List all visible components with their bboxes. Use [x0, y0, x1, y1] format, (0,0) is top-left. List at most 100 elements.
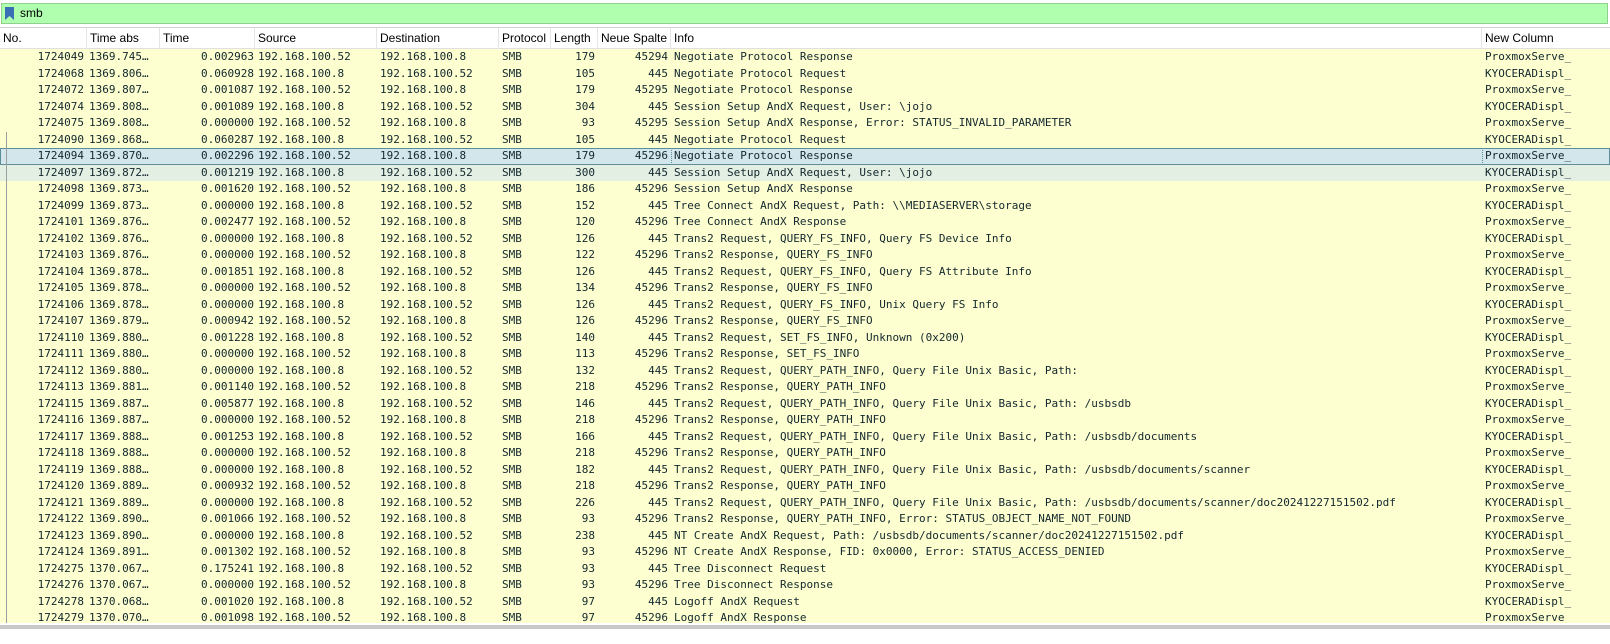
packet-list: 1724049 1369.745… 0.002963 192.168.100.52 19…	[0, 49, 1610, 623]
packet-row[interactable]: 1724275 1370.067… 0.175241 192.168.100.8 192…	[0, 560, 1610, 577]
packet-row[interactable]: 1724112 1369.880… 0.000000 192.168.100.8 192…	[0, 362, 1610, 379]
cell-length: 105	[575, 132, 595, 146]
horizontal-scrollbar[interactable]	[0, 625, 1610, 629]
cell-new-column: ProxmoxServe_	[1485, 182, 1572, 195]
cell-destination: 192.168.100.8	[380, 446, 467, 459]
cell-protocol: SMB	[502, 281, 522, 294]
cell-info: Negotiate Protocol Request	[674, 132, 847, 146]
packet-row[interactable]: 1724116 1369.887… 0.000000 192.168.100.52 19…	[0, 412, 1610, 429]
cell-time: 0.000000	[201, 446, 254, 459]
cell-time-abs: 1369.881…	[89, 380, 149, 393]
packet-row[interactable]: 1724068 1369.806… 0.060928 192.168.100.8 192…	[0, 65, 1610, 82]
packet-row[interactable]: 1724111 1369.880… 0.000000 192.168.100.52 19…	[0, 346, 1610, 363]
cell-new-column: ProxmoxServe_	[1485, 446, 1572, 459]
packet-row[interactable]: 1724124 1369.891… 0.001302 192.168.100.52 19…	[0, 544, 1610, 561]
cell-neue-spalte: 45296	[634, 512, 668, 525]
conversation-line	[6, 132, 7, 624]
cell-neue-spalte: 45296	[634, 149, 668, 162]
cell-time-abs: 1369.887…	[89, 396, 149, 410]
display-filter-input[interactable]	[20, 4, 1520, 23]
packet-row[interactable]: 1724110 1369.880… 0.001228 192.168.100.8 192…	[0, 329, 1610, 346]
column-header-length[interactable]: Length	[551, 28, 598, 48]
cell-destination: 192.168.100.52	[380, 561, 473, 575]
cell-neue-spalte: 445	[648, 330, 668, 344]
cell-length: 179	[575, 50, 595, 63]
cell-source: 192.168.100.8	[258, 66, 345, 80]
packet-row[interactable]: 1724117 1369.888… 0.001253 192.168.100.8 192…	[0, 428, 1610, 445]
packet-row[interactable]: 1724097 1369.872… 0.001219 192.168.100.8 192…	[0, 164, 1610, 181]
cell-time: 0.001851	[201, 264, 254, 278]
packet-row[interactable]: 1724106 1369.878… 0.000000 192.168.100.8 192…	[0, 296, 1610, 313]
cell-info: Trans2 Response, QUERY_PATH_INFO, Error:…	[674, 512, 1131, 525]
cell-length: 93	[581, 545, 595, 558]
column-header-no[interactable]: No.	[0, 28, 87, 48]
cell-time-abs: 1369.888…	[89, 446, 149, 459]
cell-destination: 192.168.100.52	[380, 363, 473, 377]
cell-info: Trans2 Response, QUERY_PATH_INFO	[674, 446, 886, 459]
cell-source: 192.168.100.8	[258, 561, 345, 575]
packet-row[interactable]: 1724103 1369.876… 0.000000 192.168.100.52 19…	[0, 247, 1610, 264]
packet-row[interactable]: 1724121 1369.889… 0.000000 192.168.100.8 192…	[0, 494, 1610, 511]
cell-length: 238	[575, 528, 595, 542]
cell-info: Trans2 Response, QUERY_FS_INFO	[674, 248, 873, 261]
bookmark-icon[interactable]	[4, 6, 16, 21]
packet-row[interactable]: 1724107 1369.879… 0.000942 192.168.100.52 19…	[0, 313, 1610, 330]
cell-protocol: SMB	[502, 578, 522, 591]
cell-new-column: ProxmoxServe_	[1485, 413, 1572, 426]
packet-row[interactable]: 1724113 1369.881… 0.001140 192.168.100.52 19…	[0, 379, 1610, 396]
cell-time: 0.000000	[201, 495, 254, 509]
cell-new-column: KYOCERADispl_	[1485, 231, 1572, 245]
cell-neue-spalte: 445	[648, 396, 668, 410]
cell-new-column: ProxmoxServe_	[1485, 314, 1572, 327]
column-header-source[interactable]: Source	[255, 28, 377, 48]
packet-row[interactable]: 1724278 1370.068… 0.001020 192.168.100.8 192…	[0, 593, 1610, 610]
cell-new-column: ProxmoxServe_	[1485, 215, 1572, 228]
cell-time-abs: 1369.876…	[89, 215, 149, 228]
packet-row[interactable]: 1724099 1369.873… 0.000000 192.168.100.8 192…	[0, 197, 1610, 214]
cell-protocol: SMB	[502, 248, 522, 261]
column-header-neue-spalte[interactable]: Neue Spalte	[598, 28, 671, 48]
cell-time: 0.000000	[201, 462, 254, 476]
packet-row[interactable]: 1724101 1369.876… 0.002477 192.168.100.52 19…	[0, 214, 1610, 231]
display-filter-field[interactable]	[1, 3, 1608, 24]
cell-time-abs: 1369.876…	[89, 248, 149, 261]
cell-neue-spalte: 445	[648, 594, 668, 608]
cell-length: 120	[575, 215, 595, 228]
packet-row[interactable]: 1724049 1369.745… 0.002963 192.168.100.52 19…	[0, 49, 1610, 66]
packet-row[interactable]: 1724123 1369.890… 0.000000 192.168.100.8 192…	[0, 527, 1610, 544]
cell-info: Negotiate Protocol Response	[674, 50, 853, 63]
column-header-destination[interactable]: Destination	[377, 28, 499, 48]
packet-row[interactable]: 1724120 1369.889… 0.000932 192.168.100.52 19…	[0, 478, 1610, 495]
packet-row[interactable]: 1724075 1369.808… 0.000000 192.168.100.52 19…	[0, 115, 1610, 132]
cell-time: 0.002963	[201, 50, 254, 63]
packet-row[interactable]: 1724102 1369.876… 0.000000 192.168.100.8 192…	[0, 230, 1610, 247]
packet-row[interactable]: 1724074 1369.808… 0.001089 192.168.100.8 192…	[0, 98, 1610, 115]
packet-row[interactable]: 1724279 1370.070… 0.001098 192.168.100.52 19…	[0, 610, 1610, 623]
cell-new-column: ProxmoxServe_	[1485, 50, 1572, 63]
cell-new-column: KYOCERADispl_	[1485, 66, 1572, 80]
packet-row[interactable]: 1724098 1369.873… 0.001620 192.168.100.52 19…	[0, 181, 1610, 198]
column-header-info[interactable]: Info	[671, 28, 1482, 48]
packet-row[interactable]: 1724118 1369.888… 0.000000 192.168.100.52 19…	[0, 445, 1610, 462]
column-header-time-abs[interactable]: Time abs	[87, 28, 160, 48]
packet-row[interactable]: 1724276 1370.067… 0.000000 192.168.100.52 19…	[0, 577, 1610, 594]
cell-length: 132	[575, 363, 595, 377]
cell-source: 192.168.100.8	[258, 528, 345, 542]
cell-destination: 192.168.100.8	[380, 248, 467, 261]
cell-protocol: SMB	[502, 611, 522, 623]
column-header-new-column[interactable]: New Column	[1482, 28, 1610, 48]
column-header-time[interactable]: Time	[160, 28, 255, 48]
packet-row[interactable]: 1724104 1369.878… 0.001851 192.168.100.8 192…	[0, 263, 1610, 280]
packet-row[interactable]: 1724115 1369.887… 0.005877 192.168.100.8 192…	[0, 395, 1610, 412]
cell-destination: 192.168.100.8	[380, 413, 467, 426]
cell-destination: 192.168.100.52	[380, 528, 473, 542]
packet-row[interactable]: 1724119 1369.888… 0.000000 192.168.100.8 192…	[0, 461, 1610, 478]
cell-destination: 192.168.100.8	[380, 512, 467, 525]
column-header-protocol[interactable]: Protocol	[499, 28, 551, 48]
packet-row[interactable]: 1724072 1369.807… 0.001087 192.168.100.52 19…	[0, 82, 1610, 99]
packet-row[interactable]: 1724105 1369.878… 0.000000 192.168.100.52 19…	[0, 280, 1610, 297]
cell-length: 218	[575, 413, 595, 426]
packet-row[interactable]: 1724090 1369.868… 0.060287 192.168.100.8 192…	[0, 131, 1610, 148]
packet-row[interactable]: 1724094 1369.870… 0.002296 192.168.100.52 19…	[0, 148, 1610, 165]
packet-row[interactable]: 1724122 1369.890… 0.001066 192.168.100.52 19…	[0, 511, 1610, 528]
